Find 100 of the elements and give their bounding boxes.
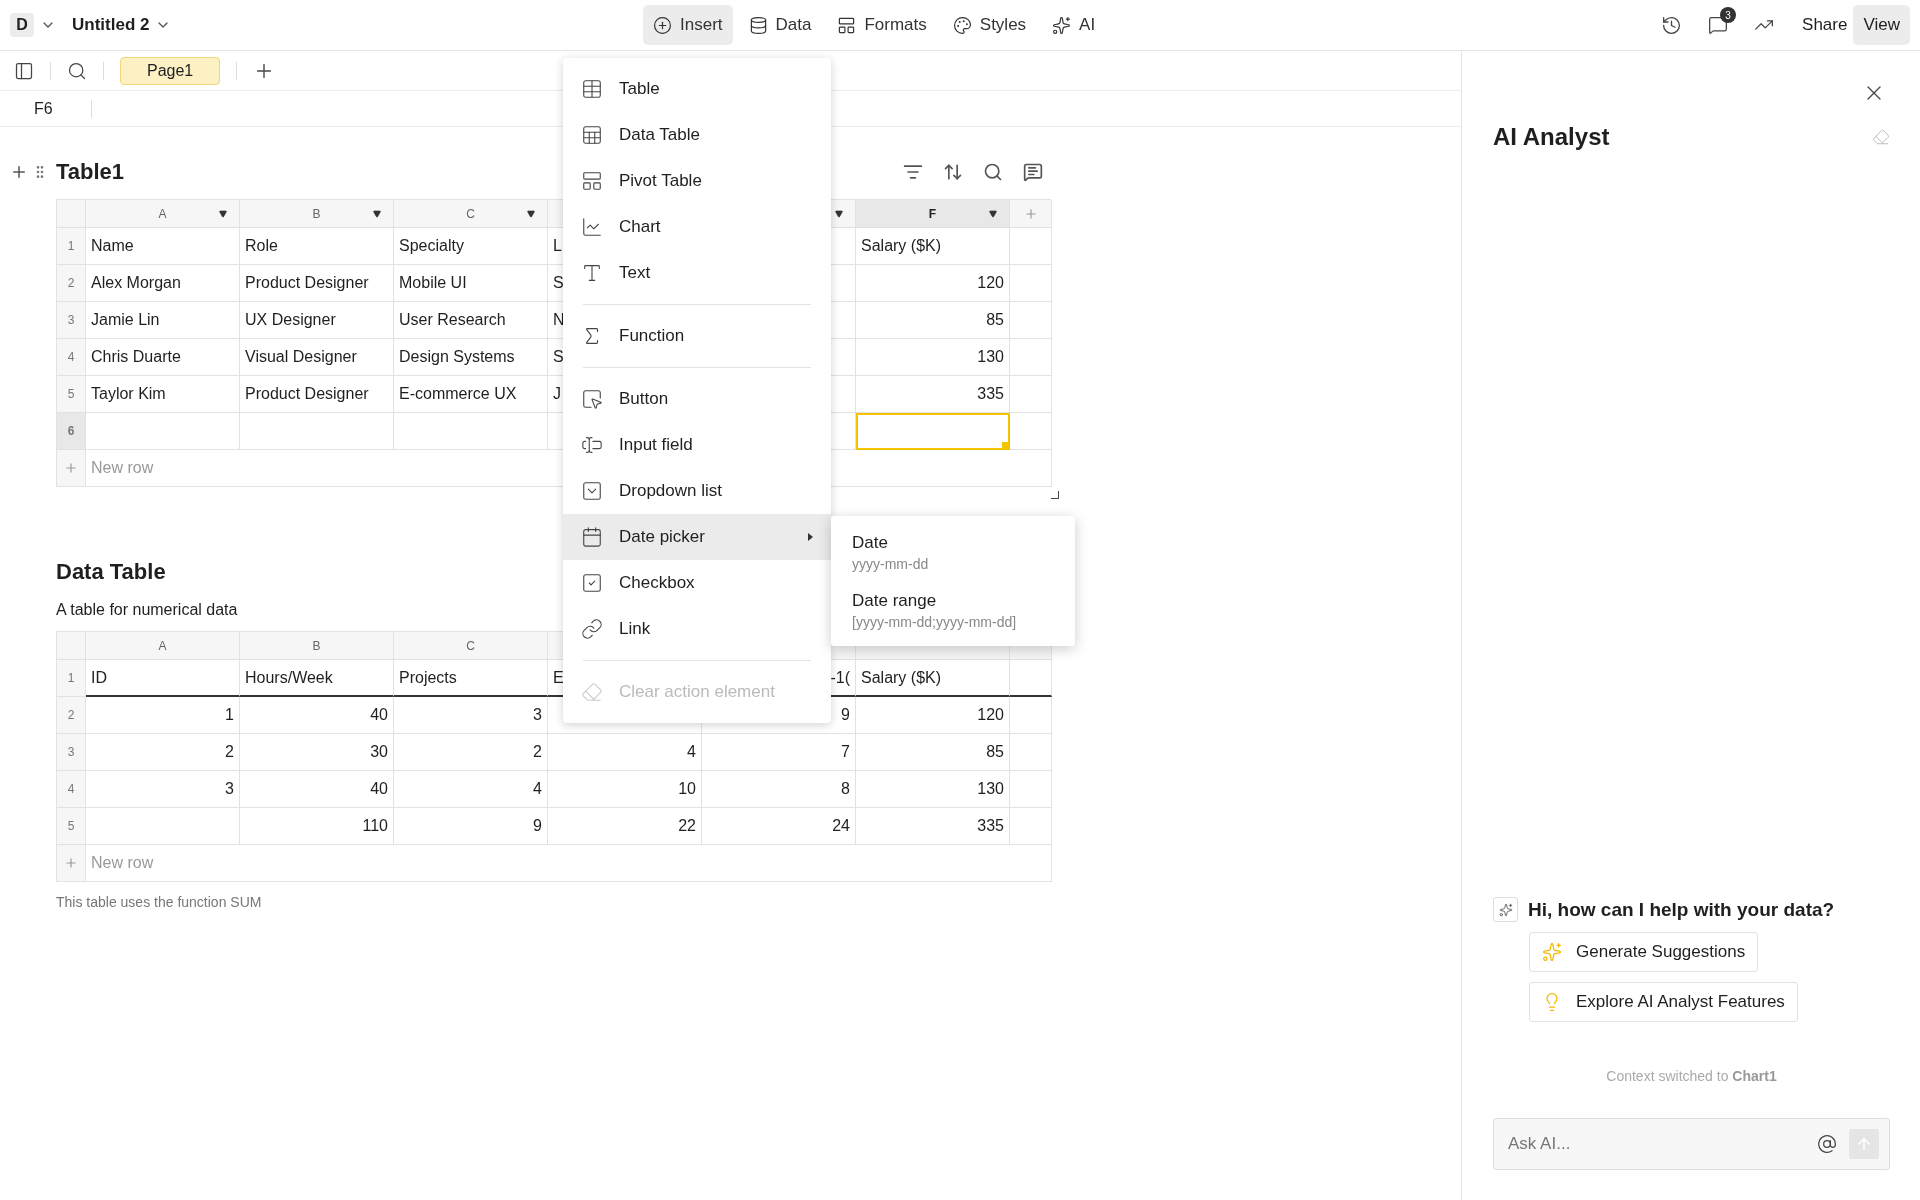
suggestion-button[interactable]: Explore AI Analyst Features [1529, 982, 1798, 1022]
table-cell [1010, 228, 1052, 265]
submenu-item-label: Date [852, 532, 889, 553]
table-cell: Role [240, 228, 394, 265]
table-cell: 8 [702, 771, 856, 808]
table-cell [1010, 376, 1052, 413]
table-cell: User Research [394, 302, 548, 339]
menu-item[interactable]: Link [563, 606, 831, 652]
sidebar-toggle-icon[interactable] [14, 60, 34, 81]
cursor-icon [581, 388, 603, 410]
line-chart-icon [581, 216, 603, 238]
table-cell: Alex Morgan [86, 265, 240, 302]
menu-tab[interactable]: Styles [942, 5, 1037, 45]
caret-icon[interactable] [373, 209, 381, 218]
resize-handle[interactable] [1051, 491, 1059, 499]
caret-icon[interactable] [219, 209, 227, 218]
table-cell: 4 [394, 771, 548, 808]
table-cell: 130 [856, 771, 1010, 808]
table-cell: 30 [240, 734, 394, 771]
row-number: 3 [57, 302, 86, 339]
menu-item[interactable]: Pivot Table [563, 158, 831, 204]
menu-tab[interactable]: AI [1042, 5, 1106, 45]
caret-icon[interactable] [835, 209, 843, 218]
selected-cell[interactable] [856, 413, 1010, 450]
submenu-item[interactable]: Date range [yyyy-mm-dd;yyyy-mm-dd] [831, 584, 1075, 636]
cell-reference: F6 [0, 99, 92, 118]
table-cell: 22 [548, 808, 702, 845]
table-cell [1010, 302, 1052, 339]
pivot-table-icon [581, 170, 603, 192]
table-cell: 10 [548, 771, 702, 808]
page-tab[interactable]: Page1 [120, 56, 221, 85]
row-number: 6 [57, 413, 86, 450]
table-cell: 9 [394, 808, 548, 845]
plus-circle-icon [653, 15, 672, 35]
table-cell: 335 [856, 808, 1010, 845]
table-cell [1010, 771, 1052, 808]
add-icon[interactable] [10, 163, 28, 181]
column-header[interactable]: C [394, 632, 548, 660]
suggestion-button[interactable]: Generate Suggestions [1529, 932, 1759, 972]
table-cell: Name [86, 228, 240, 265]
table-cell [1010, 734, 1052, 771]
table-cell: 85 [856, 302, 1010, 339]
row-number: 4 [57, 771, 86, 808]
table-cell: 2 [394, 734, 548, 771]
column-header[interactable]: A [86, 200, 240, 228]
column-header[interactable]: A [86, 632, 240, 660]
table-cell: 130 [856, 339, 1010, 376]
table-cell: Projects [394, 660, 548, 697]
comments-button[interactable]: 3 [1700, 7, 1737, 43]
search-icon[interactable] [67, 60, 87, 81]
menu-item[interactable]: Input field [563, 422, 831, 468]
menu-tab[interactable]: Insert [643, 5, 733, 45]
table-cell [1010, 697, 1052, 734]
search-icon[interactable] [983, 162, 1003, 182]
table-cell: 2 [86, 734, 240, 771]
row-number: 2 [57, 265, 86, 302]
table-cell: Salary ($K) [856, 660, 1010, 697]
column-header[interactable]: B [240, 632, 394, 660]
table-cell: Design Systems [394, 339, 548, 376]
submenu-item-label: Date range [852, 590, 938, 611]
table-cell: Chris Duarte [86, 339, 240, 376]
menu-item[interactable]: Table [563, 66, 831, 112]
menu-item[interactable]: Date picker [563, 514, 831, 560]
comment-icon[interactable] [1023, 162, 1043, 182]
ask-ai-field[interactable]: Ask AI... [1493, 1118, 1890, 1170]
column-header[interactable]: B [240, 200, 394, 228]
menu-item[interactable]: Data Table [563, 112, 831, 158]
column-header[interactable]: F [856, 200, 1010, 228]
workspace-badge[interactable]: D [10, 13, 34, 37]
caret-icon[interactable] [527, 209, 535, 218]
document-title[interactable]: Untitled 2 [72, 15, 150, 35]
table-icon [581, 78, 603, 100]
table-cell: Product Designer [240, 265, 394, 302]
table-cell: Jamie Lin [86, 302, 240, 339]
table-title: Table1 [56, 159, 125, 185]
column-header[interactable]: C [394, 200, 548, 228]
menu-item[interactable]: Checkbox [563, 560, 831, 606]
submenu-item[interactable]: Date yyyy-mm-dd [831, 526, 1075, 578]
filter-icon[interactable] [903, 162, 923, 182]
notification-badge: 3 [1720, 7, 1737, 23]
ask-ai-input[interactable]: Ask AI... [1506, 1133, 1805, 1155]
text-cursor-icon [581, 434, 603, 456]
mention-icon[interactable] [1817, 1134, 1837, 1154]
table-footnote: This table uses the function SUM [56, 894, 262, 910]
history-icon [1661, 14, 1683, 36]
table-cell: 1 [86, 697, 240, 734]
data-table-icon [581, 124, 603, 146]
view-button[interactable]: View [1853, 5, 1910, 45]
table-cell: 120 [856, 697, 1010, 734]
sort-icon[interactable] [943, 162, 963, 182]
letter-icon [581, 262, 603, 284]
table-cell: Taylor Kim [86, 376, 240, 413]
table-cell [1010, 339, 1052, 376]
menu-item[interactable]: Dropdown list [563, 468, 831, 514]
table-cell: 7 [702, 734, 856, 771]
row-number: 5 [57, 808, 86, 845]
menu-tab[interactable]: Data [738, 5, 822, 45]
menu-tab[interactable]: Formats [827, 5, 937, 45]
caret-icon[interactable] [989, 209, 997, 218]
table-cell: E-commerce UX [394, 376, 548, 413]
